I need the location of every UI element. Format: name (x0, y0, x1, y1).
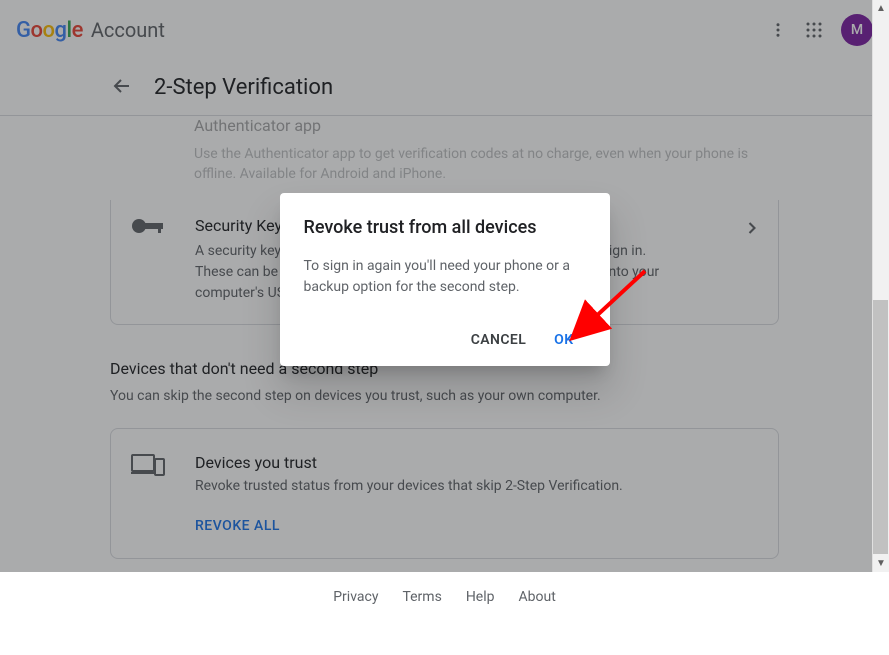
scroll-up-arrow-icon[interactable]: ▲ (873, 0, 889, 17)
modal-overlay[interactable]: Revoke trust from all devices To sign in… (0, 0, 889, 572)
footer-help[interactable]: Help (466, 589, 495, 605)
dialog-title: Revoke trust from all devices (304, 217, 586, 238)
footer-terms[interactable]: Terms (402, 589, 441, 605)
cancel-button[interactable]: CANCEL (459, 322, 538, 358)
scroll-thumb[interactable] (873, 300, 888, 554)
revoke-trust-dialog: Revoke trust from all devices To sign in… (280, 193, 610, 366)
ok-button[interactable]: OK (542, 322, 585, 358)
dialog-body: To sign in again you'll need your phone … (304, 256, 586, 298)
footer-privacy[interactable]: Privacy (333, 589, 378, 605)
vertical-scrollbar[interactable]: ▲ ▼ (872, 0, 889, 572)
scroll-down-arrow-icon[interactable]: ▼ (873, 555, 889, 572)
footer-about[interactable]: About (519, 589, 556, 605)
